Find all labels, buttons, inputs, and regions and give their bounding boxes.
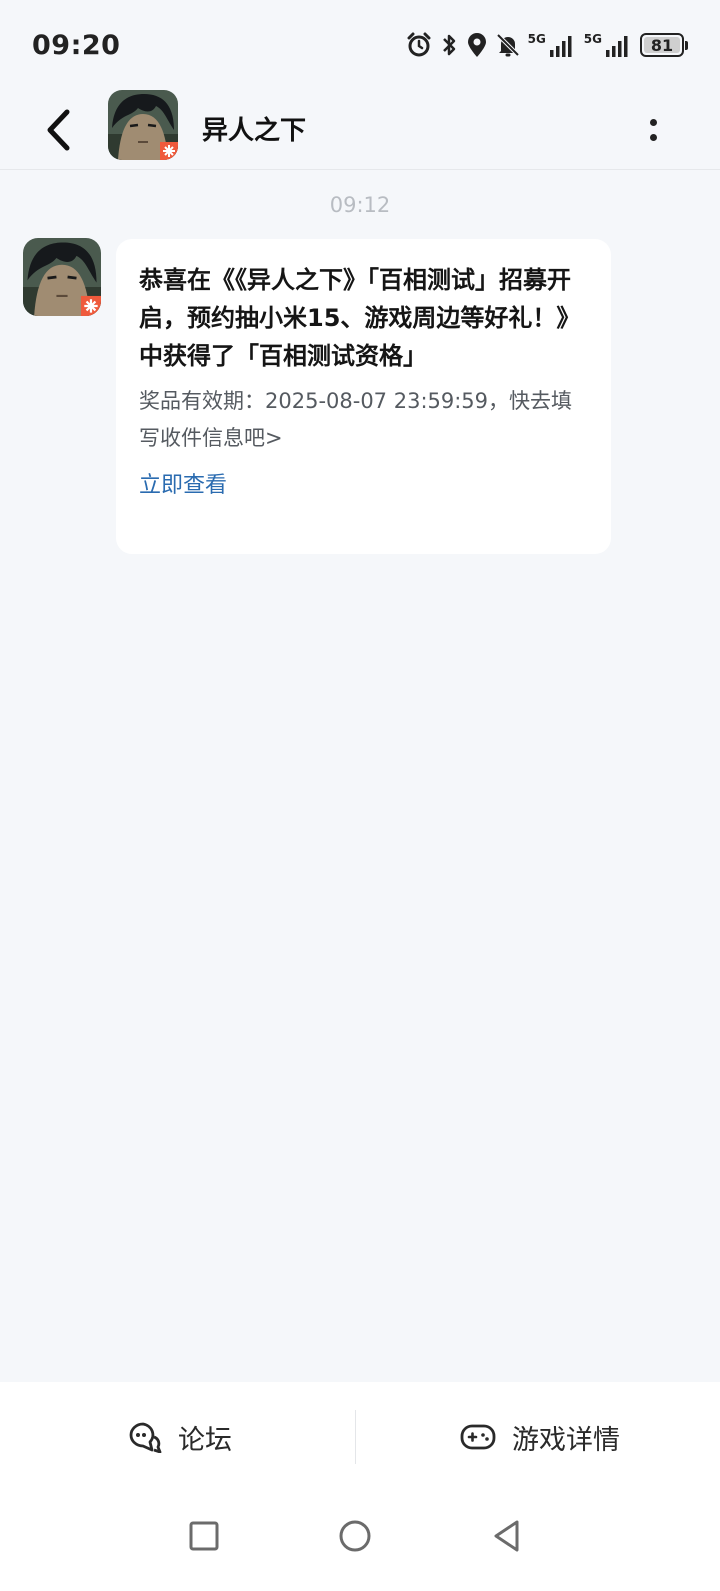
game-avatar[interactable] xyxy=(108,90,178,160)
message-subtitle[interactable]: 奖品有效期：2025-08-07 23:59:59，快去填写收件信息吧> xyxy=(139,383,589,457)
more-vertical-icon-dot-2 xyxy=(649,134,657,141)
sender-avatar-image xyxy=(23,238,101,316)
tab-forum-label: 论坛 xyxy=(178,1424,232,1456)
bluetooth-icon xyxy=(442,34,455,56)
chat-header: 异人之下 xyxy=(0,90,720,170)
tab-divider xyxy=(355,1410,356,1464)
chat-title: 异人之下 xyxy=(202,116,307,146)
status-time: 09:20 xyxy=(32,29,121,61)
game-avatar-image xyxy=(108,90,178,160)
network-label-2: 5G xyxy=(583,32,602,46)
sender-avatar[interactable] xyxy=(23,238,101,316)
forum-chat-icon xyxy=(129,1422,162,1453)
battery-body: 81 xyxy=(640,33,684,57)
more-options-button[interactable] xyxy=(640,106,666,154)
system-nav-bar xyxy=(0,1492,720,1591)
tab-forum[interactable]: 论坛 xyxy=(0,1382,360,1492)
bottom-action-bar: 论坛 游戏详情 xyxy=(0,1382,720,1492)
message-bubble[interactable]: 恭喜在《《异人之下》「百相测试」招募开启，预约抽小米15、游戏周边等好礼！》中获… xyxy=(116,239,611,554)
battery-cap xyxy=(685,40,688,50)
gamepad-icon xyxy=(460,1424,496,1450)
screen: 09:20 5G 5G 81 异人之下 09:12 恭喜在《《异人之下》「百相测… xyxy=(0,0,720,1591)
tab-game-details-label: 游戏详情 xyxy=(512,1424,620,1456)
mute-icon xyxy=(496,33,520,57)
signal-5g-1: 5G xyxy=(528,33,576,57)
view-now-link[interactable]: 立即查看 xyxy=(139,467,227,499)
alarm-icon xyxy=(407,32,431,57)
home-button[interactable] xyxy=(333,1514,377,1558)
recents-button[interactable] xyxy=(182,1514,226,1558)
signal-5g-icon xyxy=(606,36,628,57)
battery-level: 81 xyxy=(644,36,680,55)
recents-square-icon xyxy=(189,1521,219,1551)
message-title: 恭喜在《《异人之下》「百相测试」招募开启，预约抽小米15、游戏周边等好礼！》中获… xyxy=(139,266,581,370)
status-icons: 5G 5G 81 xyxy=(406,32,688,58)
home-circle-icon xyxy=(339,1520,371,1552)
more-vertical-icon-dot-1 xyxy=(649,119,657,126)
signal-5g-2: 5G xyxy=(584,33,632,57)
status-bar: 09:20 5G 5G 81 xyxy=(0,0,720,90)
nav-back-button[interactable] xyxy=(485,1514,529,1558)
network-label-1: 5G xyxy=(527,32,546,46)
signal-5g-icon xyxy=(549,36,572,57)
back-button[interactable] xyxy=(38,102,78,158)
back-arrow-icon xyxy=(47,109,70,151)
tab-game-details[interactable]: 游戏详情 xyxy=(360,1382,720,1492)
message-timestamp: 09:12 xyxy=(329,193,391,217)
back-triangle-icon xyxy=(494,1520,519,1552)
location-icon xyxy=(467,33,486,57)
battery-indicator: 81 xyxy=(640,33,688,57)
